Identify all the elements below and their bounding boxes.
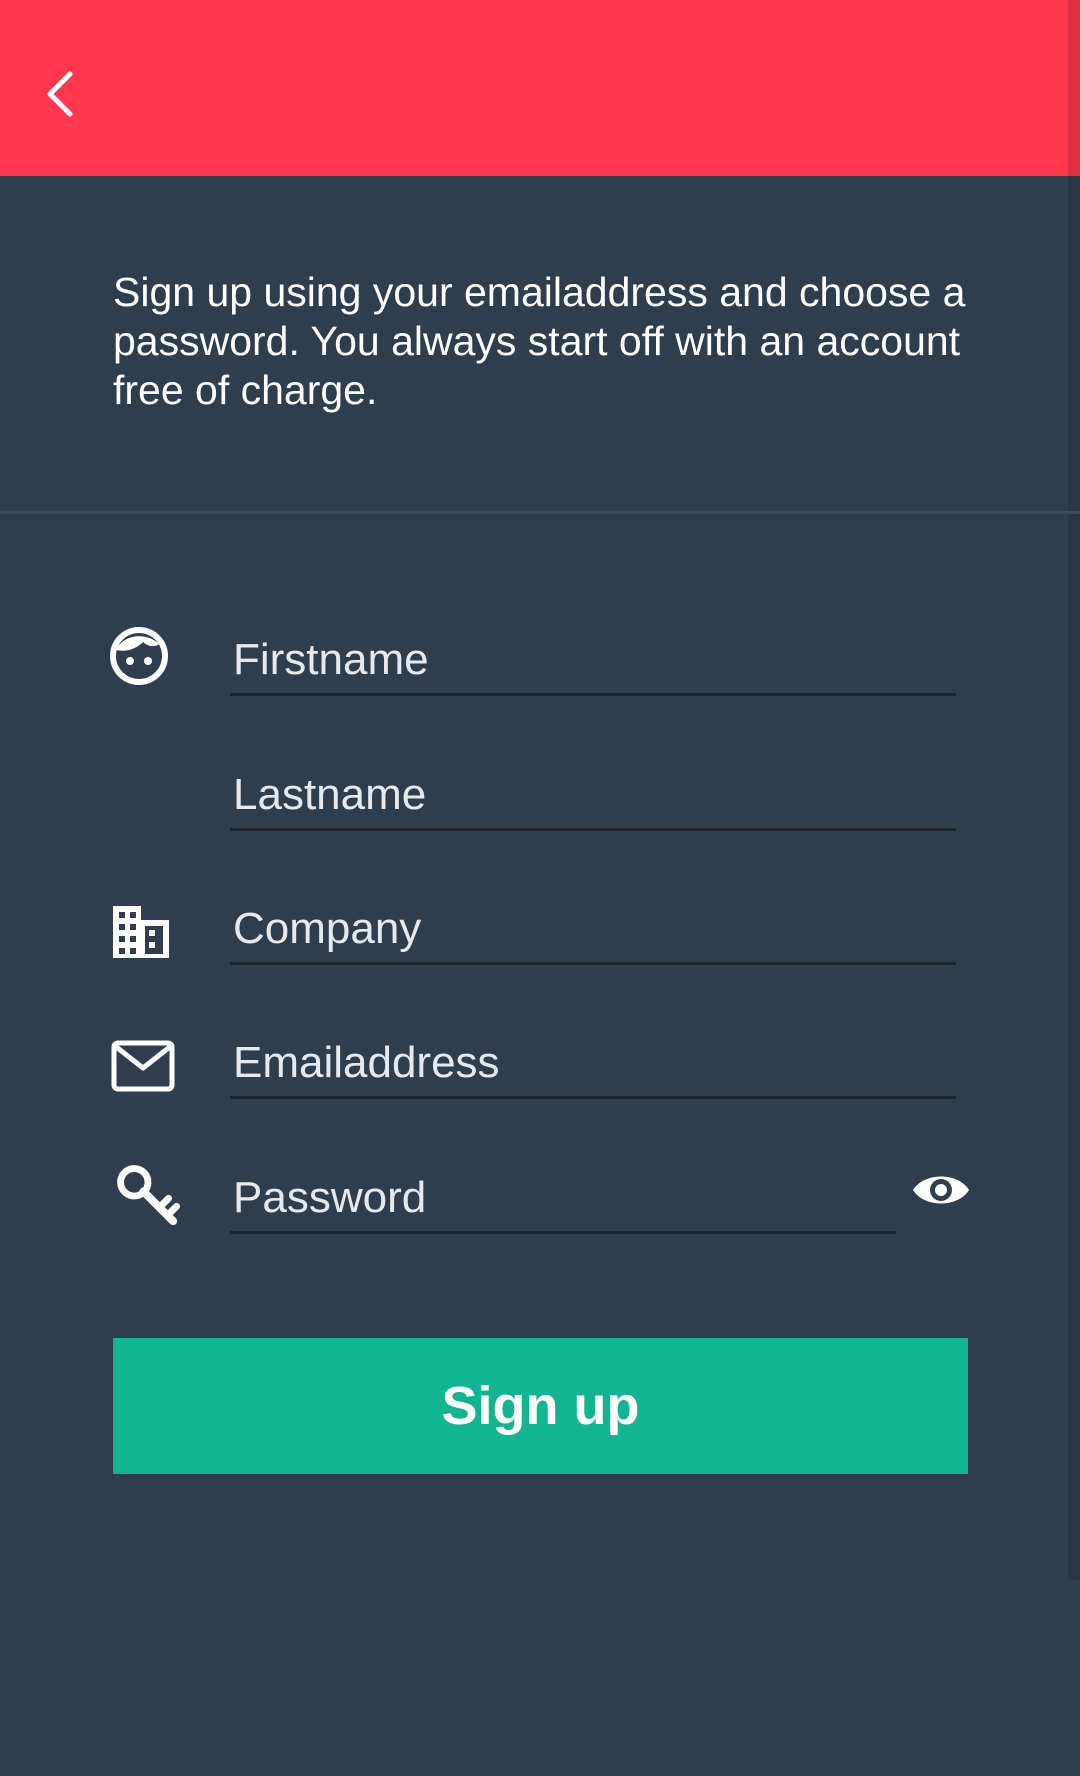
password-visibility-toggle[interactable] bbox=[910, 1162, 972, 1218]
building-icon bbox=[113, 906, 169, 958]
envelope-icon bbox=[111, 1040, 175, 1092]
company-field[interactable]: Company bbox=[230, 888, 956, 965]
firstname-placeholder: Firstname bbox=[233, 635, 429, 684]
face-icon bbox=[110, 627, 168, 685]
company-placeholder: Company bbox=[233, 904, 422, 953]
back-button[interactable] bbox=[28, 52, 92, 136]
eye-icon bbox=[913, 1176, 969, 1204]
intro-text: Sign up using your emailaddress and choo… bbox=[113, 269, 966, 413]
sign-up-button[interactable]: Sign up bbox=[113, 1338, 968, 1474]
lastname-placeholder: Lastname bbox=[233, 770, 427, 819]
password-field[interactable]: Password bbox=[230, 1157, 896, 1234]
email-field[interactable]: Emailaddress bbox=[230, 1022, 956, 1099]
lastname-field[interactable]: Lastname bbox=[230, 754, 956, 831]
password-placeholder: Password bbox=[233, 1173, 427, 1222]
scrollbar[interactable] bbox=[1068, 0, 1080, 1580]
divider bbox=[0, 511, 1080, 514]
key-icon bbox=[117, 1165, 180, 1226]
email-placeholder: Emailaddress bbox=[233, 1038, 500, 1087]
chevron-left-icon bbox=[47, 71, 73, 117]
app-bar bbox=[0, 0, 1080, 176]
firstname-field[interactable]: Firstname bbox=[230, 619, 956, 696]
